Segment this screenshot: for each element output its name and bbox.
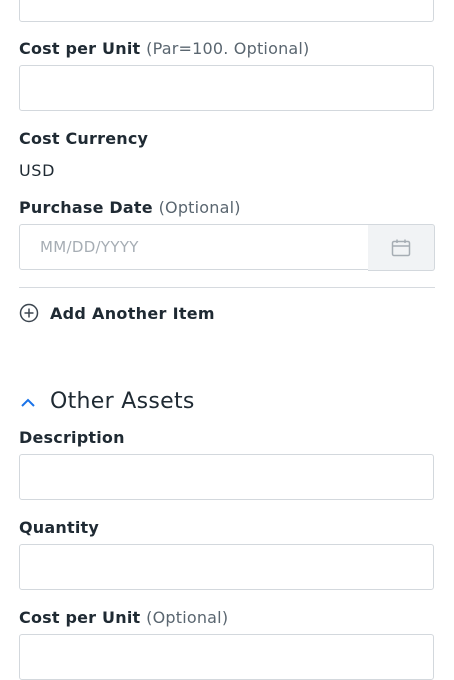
other-assets-title: Other Assets [50, 389, 195, 414]
chevron-up-icon [21, 398, 35, 407]
other-assets-toggle[interactable] [19, 395, 39, 413]
plus-circle-icon [19, 303, 39, 323]
purchase-date-label-text: Purchase Date [19, 198, 153, 217]
cost-per-unit-label-text: Cost per Unit [19, 39, 141, 58]
cost-per-unit-hint: (Par=100. Optional) [146, 39, 310, 58]
calendar-button[interactable] [368, 224, 435, 271]
other-cost-per-unit-label: Cost per Unit (Optional) [19, 608, 228, 627]
cost-per-unit-label: Cost per Unit (Par=100. Optional) [19, 39, 310, 58]
calendar-icon [391, 239, 411, 256]
purchase-date-input[interactable]: MM/DD/YYYY [19, 224, 369, 270]
purchase-date-label: Purchase Date (Optional) [19, 198, 241, 217]
previous-field-input[interactable] [19, 0, 434, 22]
description-label: Description [19, 428, 125, 447]
purchase-date-placeholder: MM/DD/YYYY [40, 238, 139, 256]
quantity-label: Quantity [19, 518, 99, 537]
description-input[interactable] [19, 454, 434, 500]
cost-per-unit-input[interactable] [19, 65, 434, 111]
add-another-item-label: Add Another Item [50, 303, 215, 323]
cost-currency-value: USD [19, 161, 55, 180]
quantity-input[interactable] [19, 544, 434, 590]
cost-currency-label: Cost Currency [19, 129, 149, 148]
add-another-item-button[interactable]: Add Another Item [19, 301, 215, 325]
other-cost-per-unit-label-text: Cost per Unit [19, 608, 141, 627]
purchase-date-hint: (Optional) [158, 198, 241, 217]
section-divider [19, 287, 435, 288]
other-cost-per-unit-input[interactable] [19, 634, 434, 680]
other-cost-per-unit-hint: (Optional) [146, 608, 229, 627]
